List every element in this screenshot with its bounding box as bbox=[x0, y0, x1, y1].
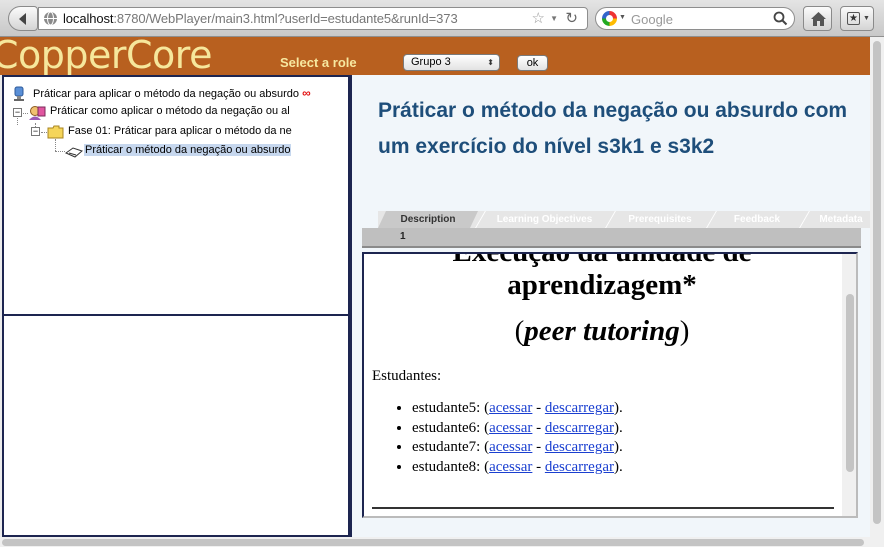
document-subheading: (peer tutoring) bbox=[514, 315, 690, 347]
collapse-toggle[interactable]: − bbox=[31, 127, 40, 136]
activity-tree-panel: Práticar para aplicar o método da negaçã… bbox=[2, 75, 350, 316]
search-box[interactable]: ▼ Google bbox=[595, 7, 795, 30]
access-link[interactable]: acessar bbox=[489, 420, 532, 436]
document-scrollbar[interactable] bbox=[842, 254, 856, 516]
download-link[interactable]: descarregar bbox=[545, 420, 614, 436]
download-link[interactable]: descarregar bbox=[545, 459, 614, 475]
google-icon bbox=[602, 11, 617, 26]
history-dropdown-icon[interactable]: ▼ bbox=[550, 14, 558, 23]
tab-bar: Description Learning Objectives Prerequi… bbox=[378, 211, 870, 228]
infinity-icon: ∞ bbox=[302, 86, 311, 100]
globe-icon bbox=[44, 11, 57, 26]
page-number-link[interactable]: 1 bbox=[400, 231, 406, 242]
home-icon bbox=[811, 12, 826, 26]
students-label: Estudantes: bbox=[372, 368, 442, 384]
bookmark-star-icon[interactable]: ☆ bbox=[532, 9, 545, 27]
document-body: Execução da unidade de aprendizagem* (pe… bbox=[364, 252, 840, 477]
activity-icon bbox=[65, 147, 83, 158]
window-vertical-scrollbar[interactable] bbox=[870, 37, 884, 537]
document-heading: aprendizagem* bbox=[507, 269, 697, 301]
coppercore-logo: CopperCore bbox=[0, 37, 212, 75]
tree-item-label: Práticar como aplicar o método da negaçã… bbox=[50, 105, 290, 117]
chevron-down-icon: ▼ bbox=[863, 15, 870, 22]
list-item: estudante6: (acessar - descarregar). bbox=[412, 419, 840, 439]
tree-item-label-selected: Práticar o método da negação ou absurdo bbox=[84, 144, 292, 156]
page-navigation: 1 bbox=[362, 228, 861, 248]
search-input[interactable]: Google bbox=[631, 12, 673, 27]
select-arrows-icon: ⬍ bbox=[487, 58, 494, 67]
horizontal-scrollbar-thumb[interactable] bbox=[2, 539, 864, 546]
role-select-value: Grupo 3 bbox=[411, 56, 451, 68]
tree-item-label: Práticar para aplicar o método da negaçã… bbox=[33, 86, 311, 100]
list-item: estudante8: (acessar - descarregar). bbox=[412, 458, 840, 478]
run-icon bbox=[14, 86, 24, 101]
role-select[interactable]: Grupo 3 ⬍ bbox=[403, 54, 500, 71]
activity-description-document: Execução da unidade de aprendizagem* (pe… bbox=[362, 252, 858, 518]
students-list: estudante5: (acessar - descarregar). est… bbox=[412, 399, 840, 477]
list-item: estudante5: (acessar - descarregar). bbox=[412, 399, 840, 419]
tree-item-label: Fase 01: Práticar para aplicar o método … bbox=[68, 125, 292, 137]
vertical-scrollbar-thumb[interactable] bbox=[873, 41, 881, 524]
coppercore-header: CopperCore Select a role Grupo 3 ⬍ ok bbox=[0, 37, 870, 75]
address-bar[interactable]: localhost:8780/WebPlayer/main3.html?user… bbox=[38, 7, 588, 30]
tab-metadata[interactable]: Metadata bbox=[806, 211, 870, 228]
url-text: localhost:8780/WebPlayer/main3.html?user… bbox=[63, 11, 458, 26]
property-panel bbox=[2, 316, 350, 537]
ok-button[interactable]: ok bbox=[517, 55, 548, 71]
activity-title: Práticar o método da negação ou absurdo … bbox=[378, 99, 848, 158]
access-link[interactable]: acessar bbox=[489, 400, 532, 416]
download-link[interactable]: descarregar bbox=[545, 439, 614, 455]
tab-prerequisites[interactable]: Prerequisites bbox=[612, 211, 708, 228]
bookmarks-icon: ★ bbox=[847, 12, 860, 25]
access-link[interactable]: acessar bbox=[489, 439, 532, 455]
role-icon bbox=[29, 106, 46, 120]
folder-icon bbox=[47, 125, 64, 139]
home-button[interactable] bbox=[803, 6, 832, 31]
browser-toolbar: localhost:8780/WebPlayer/main3.html?user… bbox=[0, 0, 884, 37]
role-label: Select a role bbox=[280, 55, 357, 70]
tab-learning-objectives[interactable]: Learning Objectives bbox=[481, 211, 608, 228]
search-engine-dropdown-icon[interactable]: ▼ bbox=[619, 14, 626, 21]
back-button[interactable] bbox=[8, 6, 38, 31]
bookmarks-menu-button[interactable]: ★ ▼ bbox=[840, 6, 874, 31]
download-link[interactable]: descarregar bbox=[545, 400, 614, 416]
tab-description[interactable]: Description bbox=[378, 211, 478, 228]
document-heading-partial: Execução da unidade de bbox=[452, 252, 752, 268]
access-link[interactable]: acessar bbox=[489, 459, 532, 475]
document-scrollbar-thumb[interactable] bbox=[846, 294, 854, 472]
back-arrow-icon bbox=[19, 13, 26, 25]
horizontal-rule bbox=[372, 507, 834, 509]
reload-icon[interactable]: ↻ bbox=[565, 9, 578, 27]
search-icon[interactable] bbox=[773, 11, 788, 26]
window-horizontal-scrollbar[interactable] bbox=[0, 537, 884, 547]
list-item: estudante7: (acessar - descarregar). bbox=[412, 438, 840, 458]
tab-feedback[interactable]: Feedback bbox=[712, 211, 802, 228]
collapse-toggle[interactable]: − bbox=[13, 108, 22, 117]
activity-content-panel: Práticar o método da negação ou absurdo … bbox=[350, 75, 870, 537]
